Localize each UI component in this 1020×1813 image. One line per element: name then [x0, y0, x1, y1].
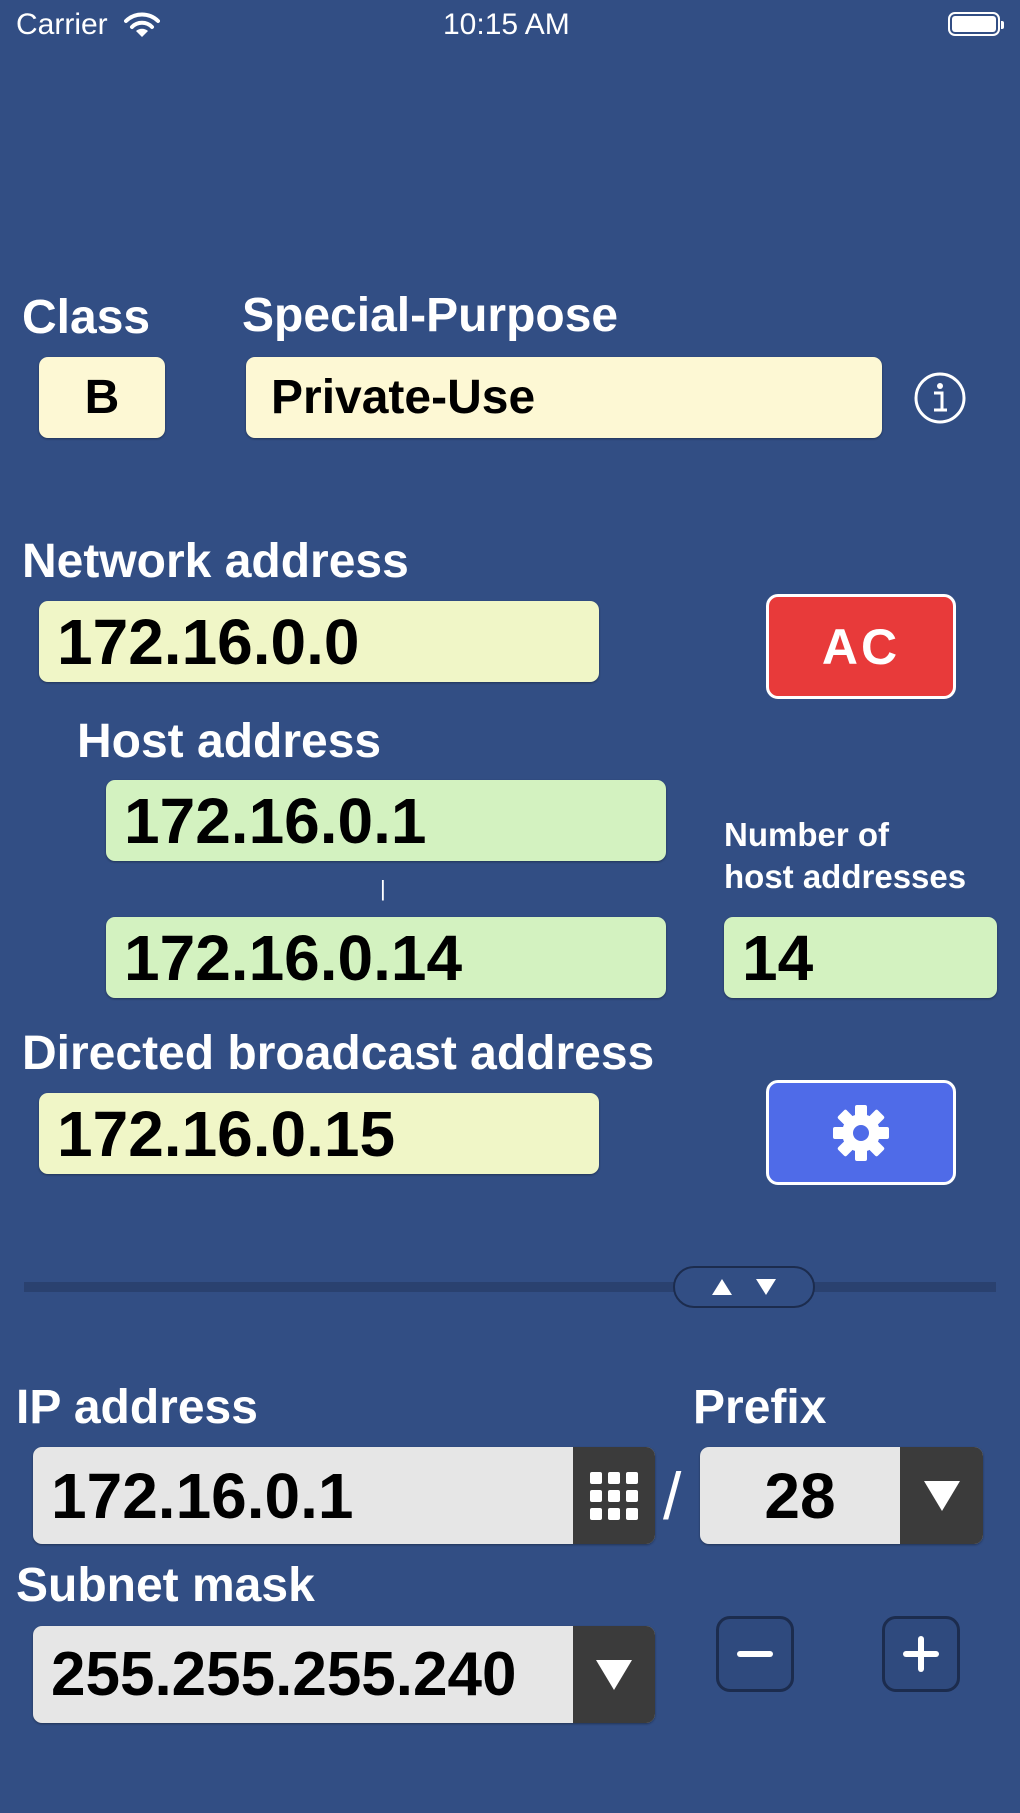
carrier-label: Carrier — [16, 8, 108, 41]
ip-address-input[interactable]: 172.16.0.1 — [33, 1447, 655, 1544]
host-address-label: Host address — [77, 715, 382, 768]
host-last-text: 172.16.0.14 — [124, 921, 463, 994]
triangle-down-icon — [596, 1659, 632, 1690]
triangle-up-icon — [712, 1279, 732, 1295]
class-value-text: B — [84, 371, 120, 424]
subnet-mask-label: Subnet mask — [16, 1559, 315, 1612]
broadcast-address-text: 172.16.0.15 — [57, 1097, 396, 1170]
gear-icon — [833, 1104, 889, 1161]
battery-icon — [948, 12, 1004, 36]
special-purpose-text: Private-Use — [271, 371, 536, 424]
keypad-button[interactable] — [573, 1447, 655, 1544]
clear-button-label: AC — [821, 618, 901, 675]
broadcast-address-label: Directed broadcast address — [22, 1027, 655, 1080]
ip-address-label: IP address — [16, 1381, 258, 1434]
ip-address-text: 172.16.0.1 — [51, 1459, 354, 1532]
host-count-label-line2: host addresses — [724, 858, 967, 895]
host-range-separator: | — [380, 876, 386, 901]
plus-icon — [903, 1636, 939, 1672]
clock: 10:15 AM — [443, 8, 570, 41]
prefix-dropdown-button[interactable] — [900, 1447, 983, 1544]
triangle-down-icon — [923, 1480, 960, 1511]
collapse-toggle[interactable] — [673, 1266, 815, 1308]
network-address-label: Network address — [22, 535, 409, 588]
info-icon[interactable] — [913, 371, 967, 425]
broadcast-address-value: 172.16.0.15 — [39, 1093, 599, 1174]
class-label: Class — [22, 291, 151, 344]
prefix-separator: / — [663, 1459, 682, 1533]
settings-button[interactable] — [766, 1080, 956, 1185]
host-count-label-line1: Number of — [724, 816, 889, 853]
clear-button[interactable]: AC — [766, 594, 956, 699]
host-last-value: 172.16.0.14 — [106, 917, 666, 998]
subnet-mask-text: 255.255.255.240 — [51, 1640, 517, 1709]
subnet-mask-dropdown-button[interactable] — [573, 1626, 655, 1723]
wifi-icon — [124, 12, 160, 37]
prefix-increment-button[interactable] — [882, 1616, 960, 1692]
host-first-text: 172.16.0.1 — [124, 784, 427, 857]
subnet-mask-select[interactable]: 255.255.255.240 — [33, 1626, 655, 1723]
special-purpose-label: Special-Purpose — [242, 289, 619, 342]
host-count-text: 14 — [742, 921, 814, 994]
prefix-select[interactable]: 28 — [700, 1447, 983, 1544]
class-value: B — [39, 357, 165, 438]
keypad-icon — [590, 1471, 638, 1520]
network-address-text: 172.16.0.0 — [57, 605, 360, 678]
triangle-down-icon — [756, 1279, 776, 1295]
host-first-value: 172.16.0.1 — [106, 780, 666, 861]
prefix-label: Prefix — [693, 1381, 827, 1434]
minus-icon — [737, 1651, 773, 1657]
prefix-value: 28 — [764, 1459, 836, 1532]
host-count-value: 14 — [724, 917, 997, 998]
section-divider — [24, 1282, 996, 1292]
network-address-value: 172.16.0.0 — [39, 601, 599, 682]
special-purpose-value: Private-Use — [246, 357, 882, 438]
prefix-decrement-button[interactable] — [716, 1616, 794, 1692]
